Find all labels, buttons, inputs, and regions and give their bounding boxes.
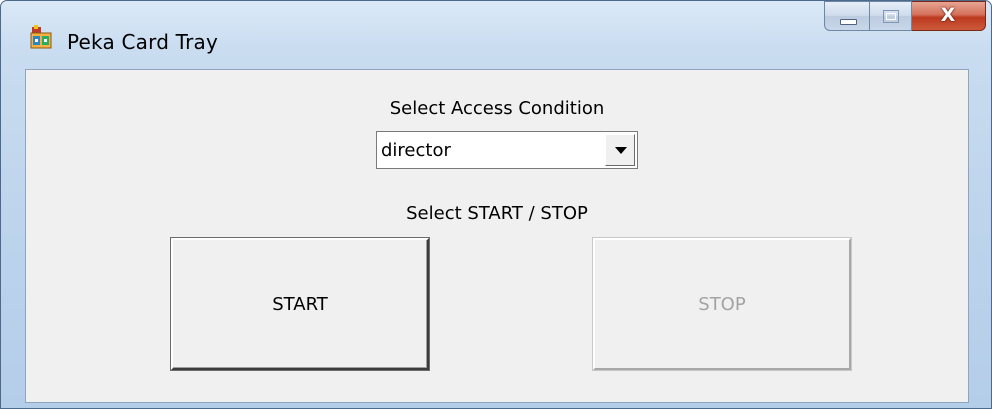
app-card-icon[interactable] xyxy=(29,25,53,49)
app-window: Peka Card Tray X Select Access Condition… xyxy=(0,0,992,409)
start-button[interactable]: START xyxy=(171,238,429,370)
start-stop-label: Select START / STOP xyxy=(406,203,588,224)
close-icon: X xyxy=(940,4,956,26)
access-condition-select[interactable]: director xyxy=(376,131,638,169)
maximize-icon xyxy=(883,10,899,23)
access-condition-value: director xyxy=(381,140,451,161)
close-button[interactable]: X xyxy=(912,1,986,31)
stop-button[interactable]: STOP xyxy=(593,238,851,370)
client-area: Select Access Condition director Select … xyxy=(25,69,969,403)
maximize-button[interactable] xyxy=(870,1,912,31)
caption-buttons: X xyxy=(824,1,986,31)
minimize-icon xyxy=(840,19,857,25)
window-title: Peka Card Tray xyxy=(67,30,219,54)
start-button-label: START xyxy=(272,293,328,315)
title-bar[interactable]: Peka Card Tray X xyxy=(1,1,991,54)
dropdown-button[interactable] xyxy=(605,134,635,166)
dropdown-arrow-icon xyxy=(615,147,627,154)
access-condition-label: Select Access Condition xyxy=(389,98,605,119)
minimize-button[interactable] xyxy=(824,1,870,31)
stop-button-label: STOP xyxy=(698,293,746,315)
